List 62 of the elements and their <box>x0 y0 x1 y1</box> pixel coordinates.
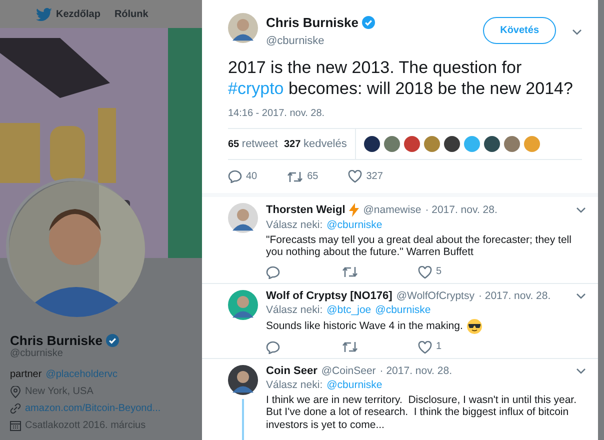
reply-icon[interactable] <box>266 266 280 278</box>
action-count: 327 <box>366 170 383 184</box>
chevron-down-icon[interactable] <box>572 29 582 35</box>
stat-count[interactable]: 65 retweet <box>228 136 278 152</box>
reply-author-name: Coin Seer <box>266 364 318 377</box>
follow-button[interactable]: Követés <box>483 17 556 44</box>
location-pin-icon <box>10 386 21 398</box>
tweet-time: 14:16 - 2017. nov. 28. <box>227 107 326 121</box>
avatar <box>228 364 258 394</box>
action-count: 65 <box>307 170 318 184</box>
reply-icon[interactable] <box>228 170 242 183</box>
liker-avatar[interactable] <box>364 136 380 152</box>
reply-handle[interactable]: @CoinSeer <box>321 364 376 377</box>
mention-link[interactable]: @btc_joe <box>326 304 372 316</box>
action-count: 1 <box>436 340 442 354</box>
reply-author-name: Wolf of Cryptsy [NO176] <box>266 290 392 302</box>
reply-handle[interactable]: @WolfOfCryptsy <box>396 290 474 302</box>
bird-icon <box>36 8 52 20</box>
calendar-icon <box>10 420 21 431</box>
action-count: 40 <box>246 170 258 184</box>
reply-to-label: Válasz neki: <box>266 219 323 232</box>
reply-handle[interactable]: @namewise <box>363 204 422 216</box>
reply-to-label: Válasz neki: <box>266 304 323 316</box>
mention-link[interactable]: @cburniske <box>326 219 382 232</box>
mention-link[interactable]: @cburniske <box>375 304 431 316</box>
retweet-icon[interactable] <box>342 266 358 278</box>
reply-date: · 2017. nov. 28. <box>380 364 452 377</box>
link-icon <box>10 403 21 414</box>
heart-icon[interactable] <box>418 340 432 354</box>
mention-link[interactable]: @placeholdervc <box>46 368 118 381</box>
reply-text: Sounds like historic Wave 4 in the making. <box>266 320 463 332</box>
author-handle: @cburniske <box>266 34 326 48</box>
nav-link[interactable]: Rólunk <box>114 6 148 22</box>
reply-text: I think we are in new territory. Disclosure, I wasn't in until this year. But I've done a lot of research. I think the biggest influx of bitcoin investors is yet to come... <box>266 394 578 431</box>
avatar <box>228 13 258 43</box>
stat-count[interactable]: 327 kedvelés <box>284 136 347 152</box>
bio-text: partner <box>10 368 42 381</box>
reply-to-label: Válasz neki: <box>266 379 323 392</box>
heart-icon[interactable] <box>348 170 362 183</box>
retweet-icon[interactable] <box>342 341 358 353</box>
reply-author-name: Thorsten Weigl <box>266 204 346 216</box>
action-count: 5 <box>436 266 442 278</box>
reply-date: · 2017. nov. 28. <box>478 290 551 302</box>
reply-icon[interactable] <box>266 340 280 354</box>
mention-link[interactable]: @cburniske <box>326 379 382 392</box>
chevron-down-icon[interactable] <box>576 368 586 374</box>
avatar <box>228 203 258 233</box>
website-link[interactable]: amazon.com/Bitcoin-Beyond... <box>25 402 161 415</box>
profile-name: Chris Burniske <box>10 334 102 347</box>
liker-avatar[interactable] <box>484 136 500 152</box>
chevron-down-icon[interactable] <box>576 292 586 299</box>
reply-date: · 2017. nov. 28. <box>425 204 498 216</box>
author-name: Chris Burniske <box>266 14 358 32</box>
liker-avatar[interactable] <box>444 136 460 152</box>
nav-link[interactable]: Kezdőlap <box>56 6 100 22</box>
tweet-text: 2017 is the new 2013. The question for #crypto becomes: will 2018 be the new 2014? <box>227 57 574 99</box>
reply-text: "Forecasts may tell you a great deal about the forecaster; they tell you nothing about the future." Warren Buffett <box>266 234 572 258</box>
heart-icon[interactable] <box>418 266 432 278</box>
chevron-down-icon[interactable] <box>576 207 586 213</box>
retweet-icon[interactable] <box>287 170 304 182</box>
hashtag-link[interactable]: #crypto <box>228 79 284 98</box>
avatar <box>228 290 258 320</box>
